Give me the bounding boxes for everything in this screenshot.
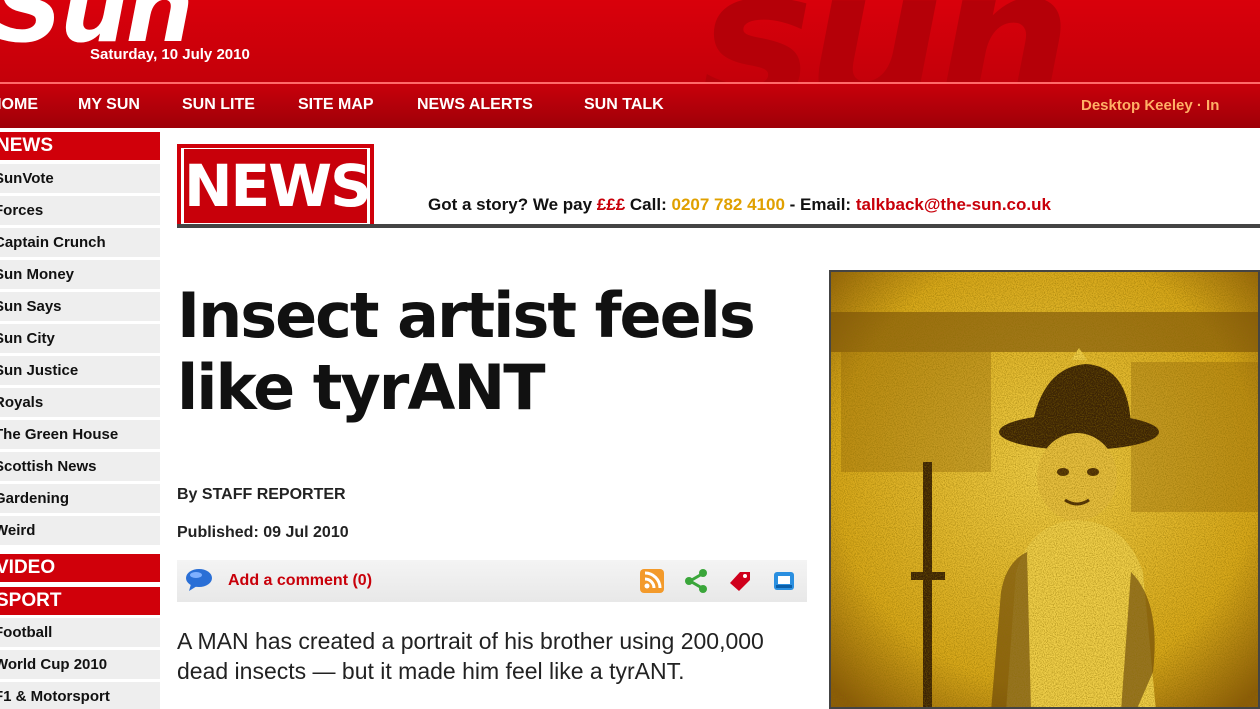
article-lede: A MAN has created a portrait of his brot… xyxy=(177,628,764,684)
sidebar-item[interactable]: Weird xyxy=(0,516,160,547)
tag-icon[interactable] xyxy=(727,568,753,594)
sidebar-item[interactable]: Gardening xyxy=(0,484,160,515)
nav-news-alerts[interactable]: NEWS ALERTS xyxy=(417,96,533,114)
sidebar-heading-sport[interactable]: SPORT xyxy=(0,587,160,615)
sidebar-heading-news[interactable]: NEWS xyxy=(0,132,160,160)
sidebar-item[interactable]: Scottish News xyxy=(0,452,160,483)
sidebar-item[interactable]: Sun City xyxy=(0,324,160,355)
masthead: sun Sun Saturday, 10 July 2010 xyxy=(0,0,1260,82)
sidebar-item[interactable]: Football xyxy=(0,618,160,649)
add-comment-link[interactable]: Add a comment (0) xyxy=(228,572,372,590)
top-nav: HOME MY SUN SUN LITE SITE MAP NEWS ALERT… xyxy=(0,82,1260,128)
comment-icon[interactable] xyxy=(185,568,213,592)
sidebar-item[interactable]: World Cup 2010 xyxy=(0,650,160,681)
sidebar-item[interactable]: Royals xyxy=(0,388,160,419)
article-photo[interactable] xyxy=(829,270,1260,709)
tip-email-label: - Email: xyxy=(789,195,852,214)
share-icon[interactable] xyxy=(683,568,709,594)
insect-portrait-image xyxy=(831,272,1258,707)
nav-sun-talk[interactable]: SUN TALK xyxy=(584,96,664,114)
article-toolbar: Add a comment (0) xyxy=(177,560,807,602)
tip-prefix: Got a story? We pay xyxy=(428,195,593,214)
masthead-date: Saturday, 10 July 2010 xyxy=(90,46,250,63)
nav-home[interactable]: HOME xyxy=(0,96,38,114)
masthead-background-logo: sun xyxy=(700,0,1072,82)
nav-site-map[interactable]: SITE MAP xyxy=(298,96,374,114)
sidebar-item[interactable]: Captain Crunch xyxy=(0,228,160,259)
sidebar-item[interactable]: Sun Says xyxy=(0,292,160,323)
nav-sun-lite[interactable]: SUN LITE xyxy=(182,96,255,114)
article-byline: By STAFF REPORTER xyxy=(177,486,346,503)
story-tip-line: Got a story? We pay £££ Call: 0207 782 4… xyxy=(428,195,1051,215)
tip-pay: £££ xyxy=(596,195,626,214)
nav-user-link[interactable]: Desktop Keeley · In xyxy=(1081,97,1219,114)
news-section-label: NEWS xyxy=(184,149,372,223)
rss-icon[interactable] xyxy=(639,568,665,594)
sidebar-item[interactable]: Sun Money xyxy=(0,260,160,291)
tip-call-label: Call: xyxy=(629,195,667,214)
tip-phone: 0207 782 4100 xyxy=(671,195,785,214)
sidebar-item[interactable]: The Green House xyxy=(0,420,160,451)
tip-email-link[interactable]: talkback@the-sun.co.uk xyxy=(856,195,1051,214)
news-section-banner: NEWS xyxy=(177,144,374,228)
sidebar-item[interactable]: Sun Justice xyxy=(0,356,160,387)
article-headline: Insect artist feels like tyrANT xyxy=(177,279,756,424)
sidebar-heading-video[interactable]: VIDEO xyxy=(0,554,160,582)
nav-my-sun[interactable]: MY SUN xyxy=(78,96,140,114)
banner-divider xyxy=(177,224,1260,228)
sidebar-item[interactable]: Forces xyxy=(0,196,160,227)
print-icon[interactable] xyxy=(771,568,797,594)
sidebar-item[interactable]: F1 & Motorsport xyxy=(0,682,160,709)
sidebar: NEWS SunVote Forces Captain Crunch Sun M… xyxy=(0,132,160,709)
sidebar-item[interactable]: SunVote xyxy=(0,164,160,195)
article-published-date: Published: 09 Jul 2010 xyxy=(177,524,349,541)
